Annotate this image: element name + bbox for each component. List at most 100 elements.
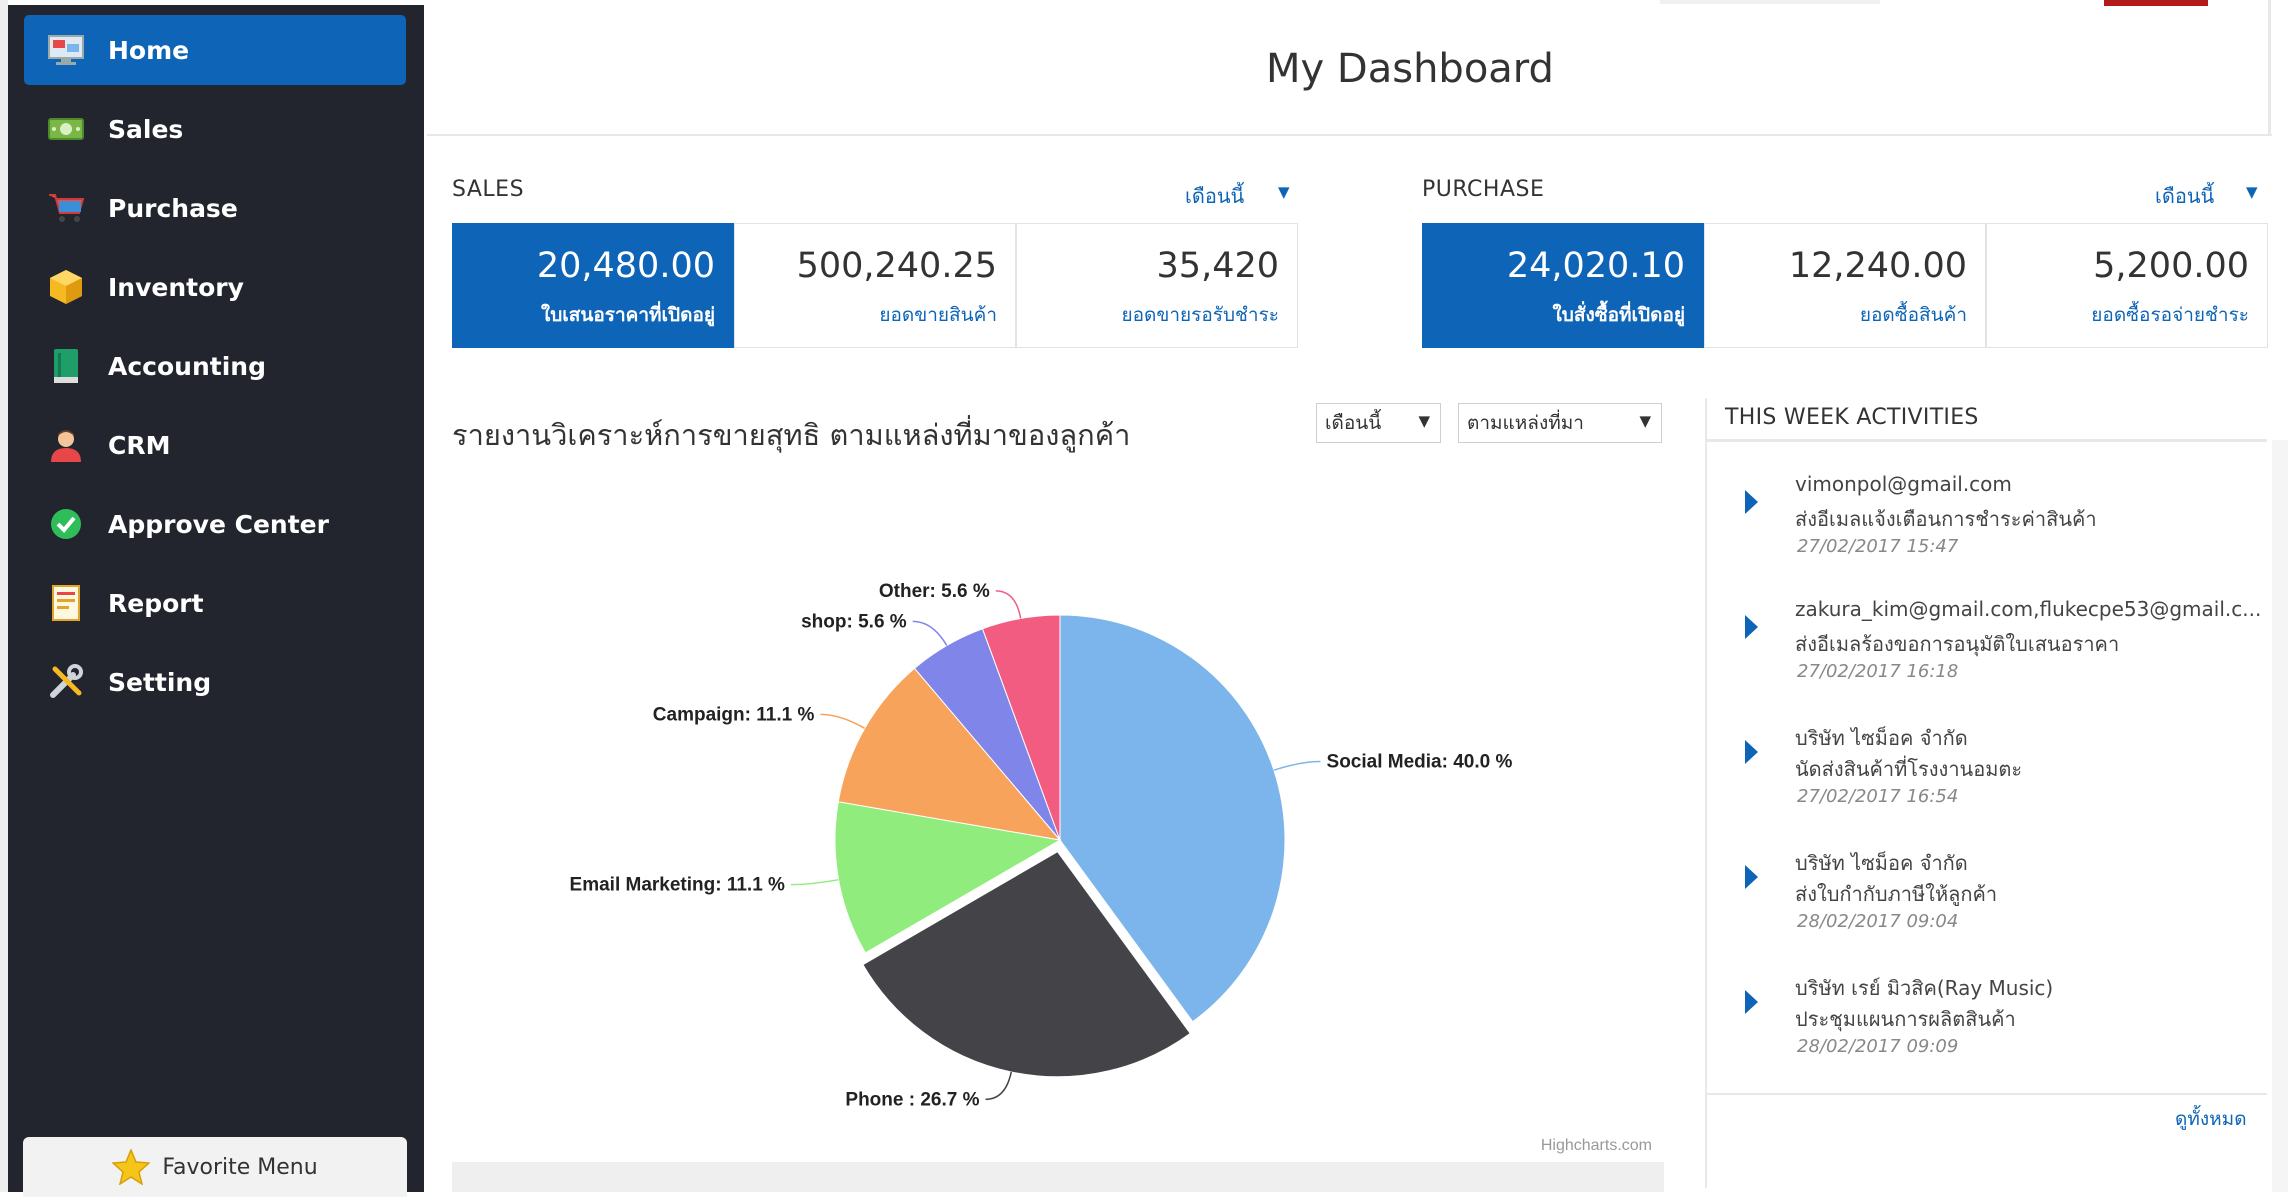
caret-right-icon bbox=[1745, 615, 1758, 639]
divider bbox=[427, 134, 2272, 136]
purchase-kpi-row: 24,020.10 ใบสั่งซื้อที่เปิดอยู่ 12,240.0… bbox=[1422, 223, 2268, 348]
kpi-card-payable[interactable]: 5,200.00 ยอดซื้อรอจ่ายชำระ bbox=[1986, 223, 2268, 348]
purchase-period-dropdown[interactable]: เดือนนี้ bbox=[2155, 180, 2214, 212]
connector-shop bbox=[912, 620, 948, 646]
divider bbox=[2268, 0, 2271, 134]
activity-what: ประชุมแผนการผลิตสินค้า bbox=[1795, 1007, 2016, 1031]
kpi-value: 12,240.00 bbox=[1788, 246, 1967, 286]
activity-what: ส่งอีเมลร้องขอการอนุมัติใบเสนอราคา bbox=[1795, 632, 2120, 656]
activity-who: บริษัท ไซม็อค จำกัด bbox=[1795, 726, 1968, 750]
activity-time: 27/02/2017 15:47 bbox=[1797, 536, 1959, 557]
sidebar-item-approve-center[interactable]: Approve Center bbox=[24, 489, 406, 559]
favorite-menu-label: Favorite Menu bbox=[162, 1154, 318, 1180]
sidebar-item-sales[interactable]: Sales bbox=[24, 94, 406, 164]
sidebar-item-label: Setting bbox=[108, 667, 212, 697]
divider bbox=[1705, 398, 1707, 1188]
kpi-card-open-quotations[interactable]: 20,480.00 ใบเสนอราคาที่เปิดอยู่ bbox=[452, 223, 734, 348]
group-select-value: ตามแหล่งที่มา bbox=[1467, 412, 1584, 434]
sidebar-item-accounting[interactable]: Accounting bbox=[24, 331, 406, 401]
kpi-label: ยอดขายรอรับชำระ bbox=[1121, 304, 1279, 326]
window-edge bbox=[0, 0, 8, 1192]
sidebar-item-setting[interactable]: Setting bbox=[24, 647, 406, 717]
data-label-email-marketing: Email Marketing: 11.1 % bbox=[570, 875, 786, 896]
kpi-value: 5,200.00 bbox=[2093, 246, 2249, 286]
sidebar-item-label: CRM bbox=[108, 430, 171, 460]
report-icon bbox=[44, 583, 88, 623]
sidebar: Home Sales Purchase Inventory Accounting… bbox=[8, 5, 424, 1197]
activity-what: ส่งใบกำกับภาษีให้ลูกค้า bbox=[1795, 882, 1998, 906]
data-label-other: Other: 5.6 % bbox=[879, 581, 990, 602]
activity-who: zakura_kim@gmail.com,flukecpe53@gmail.c.… bbox=[1795, 597, 2262, 621]
sidebar-item-inventory[interactable]: Inventory bbox=[24, 252, 406, 322]
book-icon bbox=[44, 346, 88, 386]
kpi-card-receivable[interactable]: 35,420 ยอดขายรอรับชำระ bbox=[1016, 223, 1298, 348]
user-icon bbox=[44, 425, 88, 465]
sidebar-item-home[interactable]: Home bbox=[24, 15, 406, 85]
chevron-down-icon: ▼ bbox=[1418, 412, 1430, 430]
activity-what: ส่งอีเมลแจ้งเตือนการชำระค่าสินค้า bbox=[1795, 507, 2097, 531]
kpi-label: ใบเสนอราคาที่เปิดอยู่ bbox=[540, 304, 715, 326]
box-icon bbox=[44, 267, 88, 307]
top-red-tab[interactable] bbox=[2104, 0, 2208, 6]
sales-period-dropdown[interactable]: เดือนนี้ bbox=[1185, 180, 1244, 212]
divider bbox=[1707, 439, 2267, 442]
data-label-campaign: Campaign: 11.1 % bbox=[653, 704, 815, 725]
group-select[interactable]: ตามแหล่งที่มา ▼ bbox=[1458, 403, 1662, 443]
sidebar-item-report[interactable]: Report bbox=[24, 568, 406, 638]
cart-icon bbox=[44, 188, 88, 228]
activity-what: นัดส่งสินค้าที่โรงงานอมตะ bbox=[1795, 757, 2023, 781]
top-bar-fragment bbox=[1660, 0, 1880, 4]
activity-time: 27/02/2017 16:18 bbox=[1797, 661, 1959, 682]
data-label-shop: shop: 5.6 % bbox=[801, 611, 907, 632]
sidebar-item-label: Home bbox=[108, 35, 190, 65]
activity-who: บริษัท เรย์ มิวสิค(Ray Music) bbox=[1795, 976, 2054, 1000]
view-all-link[interactable]: ดูทั้งหมด bbox=[2175, 1104, 2247, 1134]
activities-heading: THIS WEEK ACTIVITIES bbox=[1725, 405, 1979, 430]
activity-time: 28/02/2017 09:04 bbox=[1797, 911, 1959, 932]
activity-who: vimonpol@gmail.com bbox=[1795, 472, 2012, 496]
sidebar-item-label: Purchase bbox=[108, 193, 238, 223]
period-select[interactable]: เดือนนี้ ▼ bbox=[1316, 403, 1441, 443]
report-title: รายงานวิเคราะห์การขายสุทธิ ตามแหล่งที่มา… bbox=[452, 418, 1131, 452]
sidebar-item-label: Sales bbox=[108, 114, 184, 144]
chevron-down-icon[interactable]: ▼ bbox=[2246, 183, 2258, 201]
sidebar-item-label: Approve Center bbox=[108, 509, 329, 539]
kpi-card-purchase-total[interactable]: 12,240.00 ยอดซื้อสินค้า bbox=[1704, 223, 1986, 348]
connector-social-media bbox=[1273, 760, 1321, 771]
data-label-phone: Phone : 26.7 % bbox=[845, 1089, 979, 1110]
activity-time: 28/02/2017 09:09 bbox=[1797, 1036, 1959, 1057]
caret-right-icon bbox=[1745, 740, 1758, 764]
kpi-label: ยอดซื้อรอจ่ายชำระ bbox=[2091, 304, 2249, 326]
activity-time: 27/02/2017 16:54 bbox=[1797, 786, 1959, 807]
kpi-card-open-purchase-orders[interactable]: 24,020.10 ใบสั่งซื้อที่เปิดอยู่ bbox=[1422, 223, 1704, 348]
sidebar-item-crm[interactable]: CRM bbox=[24, 410, 406, 480]
data-label-social-media: Social Media: 40.0 % bbox=[1327, 752, 1513, 773]
money-icon bbox=[44, 109, 88, 149]
connector-phone bbox=[985, 1071, 1012, 1101]
connector-email-marketing bbox=[790, 878, 839, 886]
sidebar-item-label: Inventory bbox=[108, 272, 244, 302]
kpi-label: ใบสั่งซื้อที่เปิดอยู่ bbox=[1552, 304, 1685, 326]
scrollbar[interactable] bbox=[2272, 440, 2288, 1192]
period-select-value: เดือนนี้ bbox=[1325, 412, 1382, 434]
sales-section-label: SALES bbox=[452, 177, 525, 202]
kpi-value: 35,420 bbox=[1156, 246, 1279, 286]
check-circle-icon bbox=[44, 504, 88, 544]
pie-chart: Social Media: 40.0 % Phone : 26.7 % Email … bbox=[570, 581, 1652, 1154]
caret-right-icon bbox=[1745, 865, 1758, 889]
favorite-menu-button[interactable]: Favorite Menu bbox=[23, 1137, 407, 1197]
sidebar-item-purchase[interactable]: Purchase bbox=[24, 173, 406, 243]
divider bbox=[1707, 1093, 2267, 1095]
chart-credit[interactable]: Highcharts.com bbox=[1541, 1137, 1652, 1154]
sidebar-item-label: Accounting bbox=[108, 351, 266, 381]
page-title: My Dashboard bbox=[1266, 46, 1554, 92]
kpi-value: 500,240.25 bbox=[796, 246, 997, 286]
connector-campaign bbox=[820, 713, 866, 729]
sales-kpi-row: 20,480.00 ใบเสนอราคาที่เปิดอยู่ 500,240.… bbox=[452, 223, 1298, 348]
kpi-card-sales-total[interactable]: 500,240.25 ยอดขายสินค้า bbox=[734, 223, 1016, 348]
purchase-section-label: PURCHASE bbox=[1422, 177, 1545, 202]
activity-who: บริษัท ไซม็อค จำกัด bbox=[1795, 851, 1968, 875]
sidebar-item-label: Report bbox=[108, 588, 204, 618]
kpi-value: 24,020.10 bbox=[1506, 246, 1685, 286]
chevron-down-icon[interactable]: ▼ bbox=[1278, 183, 1290, 201]
